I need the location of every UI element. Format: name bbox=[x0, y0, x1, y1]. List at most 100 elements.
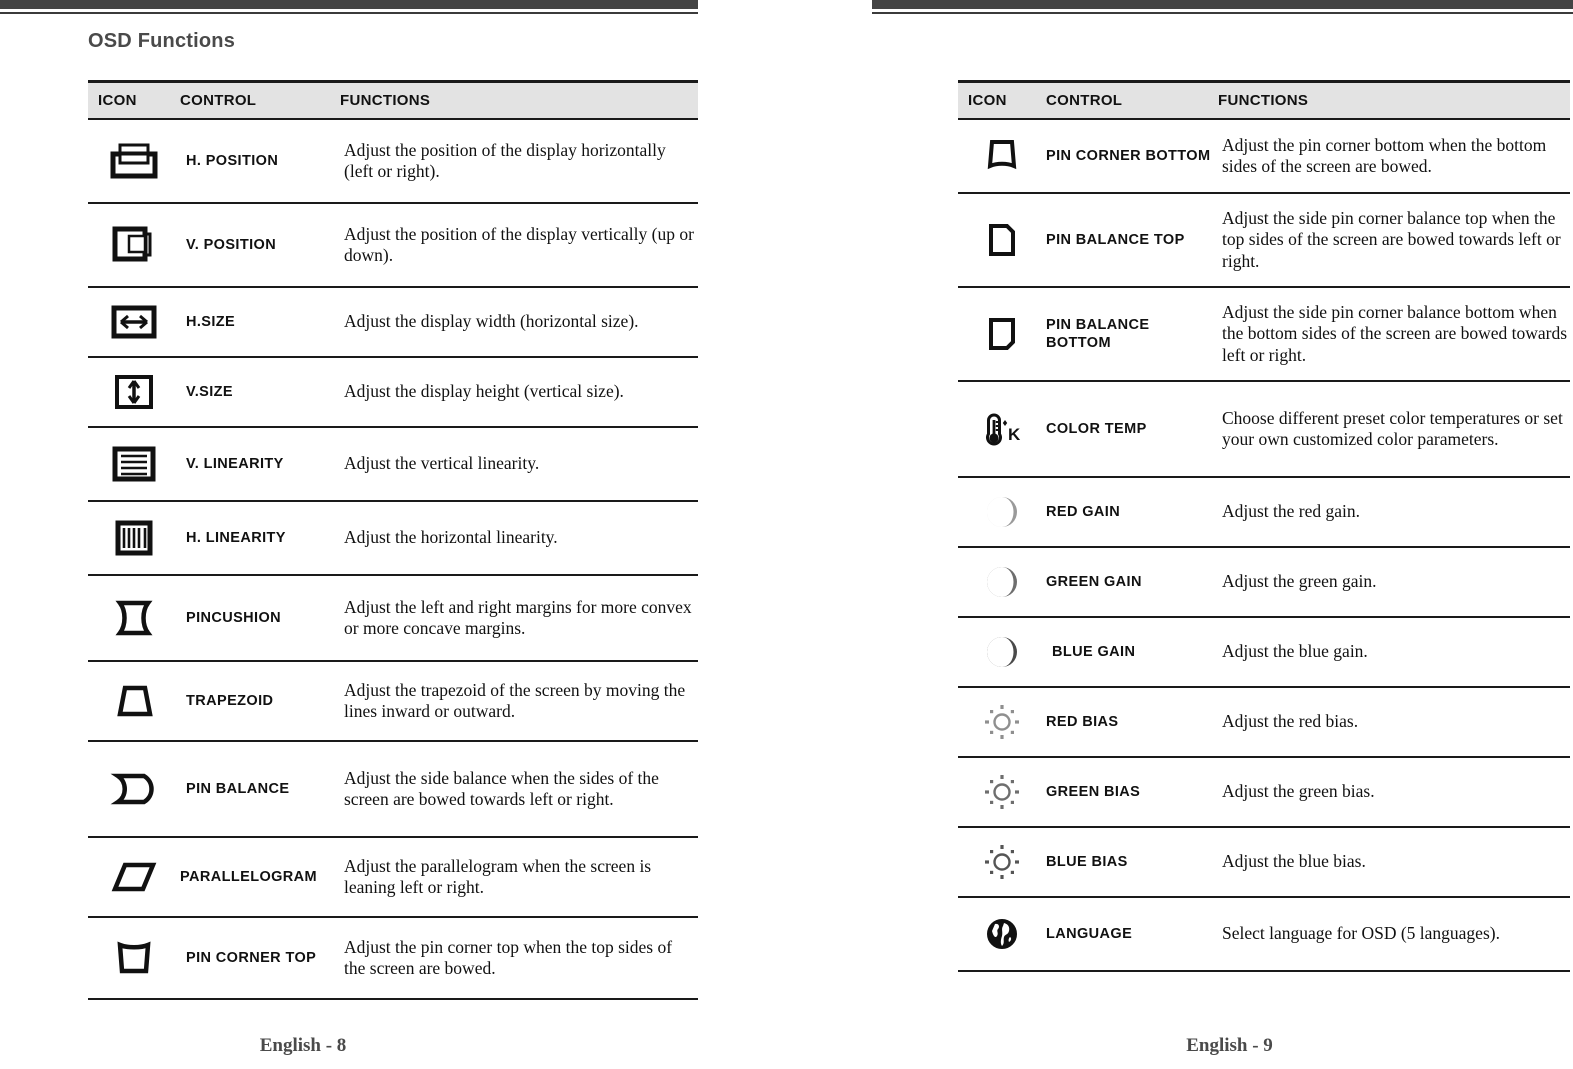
table-row: BLUE GAIN Adjust the blue gain. bbox=[958, 617, 1570, 688]
icon-cell bbox=[958, 477, 1046, 548]
language-icon bbox=[980, 919, 1024, 949]
control-label: GREEN GAIN bbox=[1046, 547, 1218, 618]
h-linearity-icon bbox=[109, 520, 159, 556]
control-label: PIN BALANCE BOTTOM bbox=[1046, 287, 1218, 382]
function-description: Adjust the red bias. bbox=[1218, 687, 1570, 758]
pin-balance-top-icon bbox=[979, 224, 1025, 256]
table-row: RED GAIN Adjust the red gain. bbox=[958, 477, 1570, 548]
v-linearity-icon bbox=[109, 446, 159, 482]
control-label: PIN CORNER BOTTOM bbox=[1046, 119, 1218, 194]
function-description: Select language for OSD (5 languages). bbox=[1218, 897, 1570, 972]
icon-cell bbox=[88, 287, 180, 358]
table-row: H. POSITION Adjust the position of the d… bbox=[88, 119, 698, 204]
icon-cell bbox=[958, 897, 1046, 972]
icon-cell bbox=[88, 575, 180, 662]
control-label: GREEN BIAS bbox=[1046, 757, 1218, 828]
table-row: PIN BALANCE Adjust the side balance when… bbox=[88, 741, 698, 838]
table-row: PIN CORNER TOP Adjust the pin corner top… bbox=[88, 917, 698, 1000]
control-label: RED BIAS bbox=[1046, 687, 1218, 758]
control-label: PIN BALANCE bbox=[180, 741, 340, 838]
v-size-icon bbox=[109, 375, 159, 409]
top-rule-thin bbox=[872, 12, 1573, 14]
top-rule-decoration-left bbox=[0, 0, 698, 14]
control-label: V. POSITION bbox=[180, 203, 340, 288]
icon-cell bbox=[88, 427, 180, 502]
table-row: PIN BALANCE TOP Adjust the side pin corn… bbox=[958, 193, 1570, 288]
control-label: PINCUSHION bbox=[180, 575, 340, 662]
function-description: Adjust the blue gain. bbox=[1218, 617, 1570, 688]
icon-cell bbox=[958, 687, 1046, 758]
table-row: H.SIZE Adjust the display width (horizon… bbox=[88, 287, 698, 358]
table-row: GREEN GAIN Adjust the green gain. bbox=[958, 547, 1570, 618]
function-description: Adjust the pin corner top when the top s… bbox=[340, 917, 698, 1000]
page-english-9: ICON CONTROL FUNCTIONS PIN CORNER BOTTOM… bbox=[786, 0, 1573, 1069]
control-label: PIN CORNER TOP bbox=[180, 917, 340, 1000]
table-row: BLUE BIAS Adjust the blue bias. bbox=[958, 827, 1570, 898]
table-row: PARALLELOGRAM Adjust the parallelogram w… bbox=[88, 837, 698, 918]
function-description: Adjust the display height (vertical size… bbox=[340, 357, 698, 428]
table-row: LANGUAGE Select language for OSD (5 lang… bbox=[958, 897, 1570, 972]
function-description: Adjust the position of the display verti… bbox=[340, 203, 698, 288]
pincushion-icon bbox=[109, 600, 159, 636]
pin-balance-icon bbox=[109, 773, 159, 805]
table-row: K COLOR TEMP Choose different preset col… bbox=[958, 381, 1570, 478]
icon-cell bbox=[88, 741, 180, 838]
icon-cell bbox=[958, 617, 1046, 688]
function-description: Choose different preset color temperatur… bbox=[1218, 381, 1570, 478]
table-header-left: ICON CONTROL FUNCTIONS bbox=[88, 80, 698, 120]
control-label: PARALLELOGRAM bbox=[180, 837, 340, 918]
control-label: LANGUAGE bbox=[1046, 897, 1218, 972]
icon-cell bbox=[958, 757, 1046, 828]
parallelogram-icon bbox=[109, 862, 159, 892]
blue-bias-icon bbox=[980, 845, 1024, 879]
icon-cell: K bbox=[958, 381, 1046, 478]
table-row: RED BIAS Adjust the red bias. bbox=[958, 687, 1570, 758]
icon-cell bbox=[88, 661, 180, 742]
control-label: H. POSITION bbox=[180, 119, 340, 204]
control-label: BLUE BIAS bbox=[1046, 827, 1218, 898]
icon-cell bbox=[88, 837, 180, 918]
table-header-row: ICON CONTROL FUNCTIONS bbox=[88, 80, 698, 120]
h-position-icon bbox=[109, 143, 159, 179]
icon-cell bbox=[88, 917, 180, 1000]
function-description: Adjust the side pin corner balance top w… bbox=[1218, 193, 1570, 288]
table-row: TRAPEZOID Adjust the trapezoid of the sc… bbox=[88, 661, 698, 742]
function-description: Adjust the trapezoid of the screen by mo… bbox=[340, 661, 698, 742]
icon-cell bbox=[88, 357, 180, 428]
pin-corner-bottom-icon bbox=[979, 140, 1025, 170]
table-row: PINCUSHION Adjust the left and right mar… bbox=[88, 575, 698, 662]
top-rule-thin bbox=[0, 12, 698, 14]
icon-cell bbox=[88, 501, 180, 576]
top-rule-decoration-right bbox=[872, 0, 1573, 14]
table-row: H. LINEARITY Adjust the horizontal linea… bbox=[88, 501, 698, 576]
column-header-control: CONTROL bbox=[1046, 80, 1218, 120]
green-bias-icon bbox=[980, 775, 1024, 809]
table-body-left: H. POSITION Adjust the position of the d… bbox=[88, 119, 698, 1000]
function-description: Adjust the side balance when the sides o… bbox=[340, 741, 698, 838]
h-size-icon bbox=[109, 305, 159, 339]
table-header-row: ICON CONTROL FUNCTIONS bbox=[958, 80, 1570, 120]
top-rule-thick bbox=[872, 0, 1573, 9]
column-header-icon: ICON bbox=[88, 80, 180, 120]
function-description: Adjust the green bias. bbox=[1218, 757, 1570, 828]
table-row: V. LINEARITY Adjust the vertical lineari… bbox=[88, 427, 698, 502]
table-body-right: PIN CORNER BOTTOM Adjust the pin corner … bbox=[958, 119, 1570, 972]
function-description: Adjust the position of the display horiz… bbox=[340, 119, 698, 204]
svg-text:K: K bbox=[1008, 425, 1021, 444]
icon-cell bbox=[958, 827, 1046, 898]
control-label: COLOR TEMP bbox=[1046, 381, 1218, 478]
manual-page-spread: OSD Functions ICON CONTROL FUNCTIONS H. … bbox=[0, 0, 1573, 1069]
table-row: GREEN BIAS Adjust the green bias. bbox=[958, 757, 1570, 828]
blue-gain-icon bbox=[980, 637, 1024, 667]
function-description: Adjust the side pin corner balance botto… bbox=[1218, 287, 1570, 382]
function-description: Adjust the left and right margins for mo… bbox=[340, 575, 698, 662]
control-label: H. LINEARITY bbox=[180, 501, 340, 576]
control-label: PIN BALANCE TOP bbox=[1046, 193, 1218, 288]
page-footer-left: English - 8 bbox=[259, 1035, 347, 1056]
control-label: TRAPEZOID bbox=[180, 661, 340, 742]
table-header-right: ICON CONTROL FUNCTIONS bbox=[958, 80, 1570, 120]
control-label: BLUE GAIN bbox=[1046, 617, 1218, 688]
control-label: V.SIZE bbox=[180, 357, 340, 428]
color-temp-icon: K bbox=[977, 413, 1027, 446]
function-description: Adjust the parallelogram when the screen… bbox=[340, 837, 698, 918]
